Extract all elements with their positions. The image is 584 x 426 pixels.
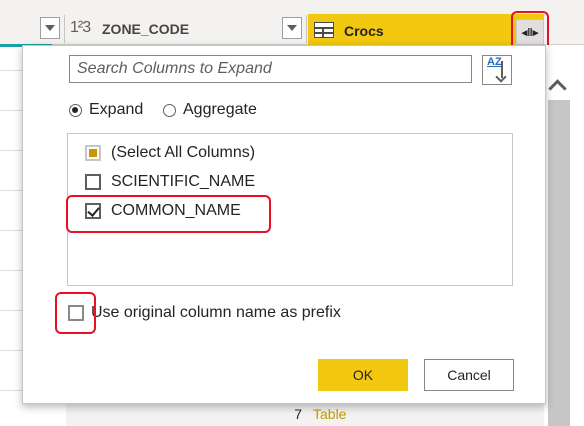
highlight-common-name bbox=[66, 195, 271, 233]
search-columns-field[interactable] bbox=[69, 55, 472, 83]
scientific-name-label: SCIENTIFIC_NAME bbox=[111, 173, 256, 190]
dropdown-icon bbox=[287, 25, 297, 31]
row-divider bbox=[0, 70, 22, 71]
scrollbar-thumb[interactable] bbox=[548, 100, 570, 426]
row-divider bbox=[0, 270, 22, 271]
table-link[interactable]: Table bbox=[313, 406, 346, 422]
column-header-crocs[interactable]: Crocs bbox=[308, 14, 544, 46]
number-type-icon[interactable]: 1²3 bbox=[70, 19, 91, 37]
aggregate-option[interactable]: Aggregate bbox=[163, 101, 257, 119]
row-divider bbox=[0, 230, 22, 231]
sort-button[interactable]: AZ bbox=[482, 55, 512, 85]
column-filter-dropdown[interactable] bbox=[282, 17, 302, 39]
sort-az-icon: AZ bbox=[487, 56, 502, 68]
highlight-prefix-checkbox bbox=[55, 292, 96, 334]
ok-button[interactable]: OK bbox=[318, 359, 408, 391]
row-number: 7 bbox=[294, 406, 302, 422]
list-item-select-all[interactable]: (Select All Columns) bbox=[85, 144, 255, 162]
row-divider bbox=[0, 350, 22, 351]
search-columns-input[interactable] bbox=[70, 56, 471, 82]
row-divider bbox=[0, 310, 22, 311]
prefix-label: Use original column name as prefix bbox=[91, 304, 341, 321]
row-divider bbox=[0, 110, 22, 111]
column-filter-dropdown[interactable] bbox=[40, 17, 60, 39]
prefix-option[interactable]: Use original column name as prefix bbox=[68, 304, 341, 322]
column-header-row: 1²3 ZONE_CODE Crocs ◂‖▸ bbox=[0, 0, 584, 46]
expand-radio-label: Expand bbox=[89, 101, 144, 118]
table-icon bbox=[314, 22, 334, 38]
column-separator bbox=[64, 15, 65, 43]
expand-radio[interactable] bbox=[69, 103, 82, 117]
sort-arrow-icon bbox=[501, 61, 503, 78]
row-divider bbox=[0, 390, 22, 391]
column-title-zone-code[interactable]: ZONE_CODE bbox=[102, 21, 189, 37]
column-separator bbox=[306, 15, 307, 43]
column-title-crocs: Crocs bbox=[344, 23, 384, 39]
aggregate-radio[interactable] bbox=[163, 103, 176, 117]
expand-option[interactable]: Expand bbox=[69, 101, 143, 119]
list-item-scientific-name[interactable]: SCIENTIFIC_NAME bbox=[85, 173, 255, 191]
select-all-checkbox[interactable] bbox=[85, 145, 101, 161]
row-divider bbox=[0, 150, 22, 151]
scroll-up-icon[interactable] bbox=[550, 80, 566, 92]
scientific-name-checkbox[interactable] bbox=[85, 174, 101, 190]
row-area-left bbox=[0, 45, 22, 426]
row-divider bbox=[0, 190, 22, 191]
cancel-button[interactable]: Cancel bbox=[424, 359, 514, 391]
select-all-label: (Select All Columns) bbox=[111, 144, 256, 161]
dropdown-icon bbox=[45, 25, 55, 31]
aggregate-radio-label: Aggregate bbox=[183, 101, 257, 118]
